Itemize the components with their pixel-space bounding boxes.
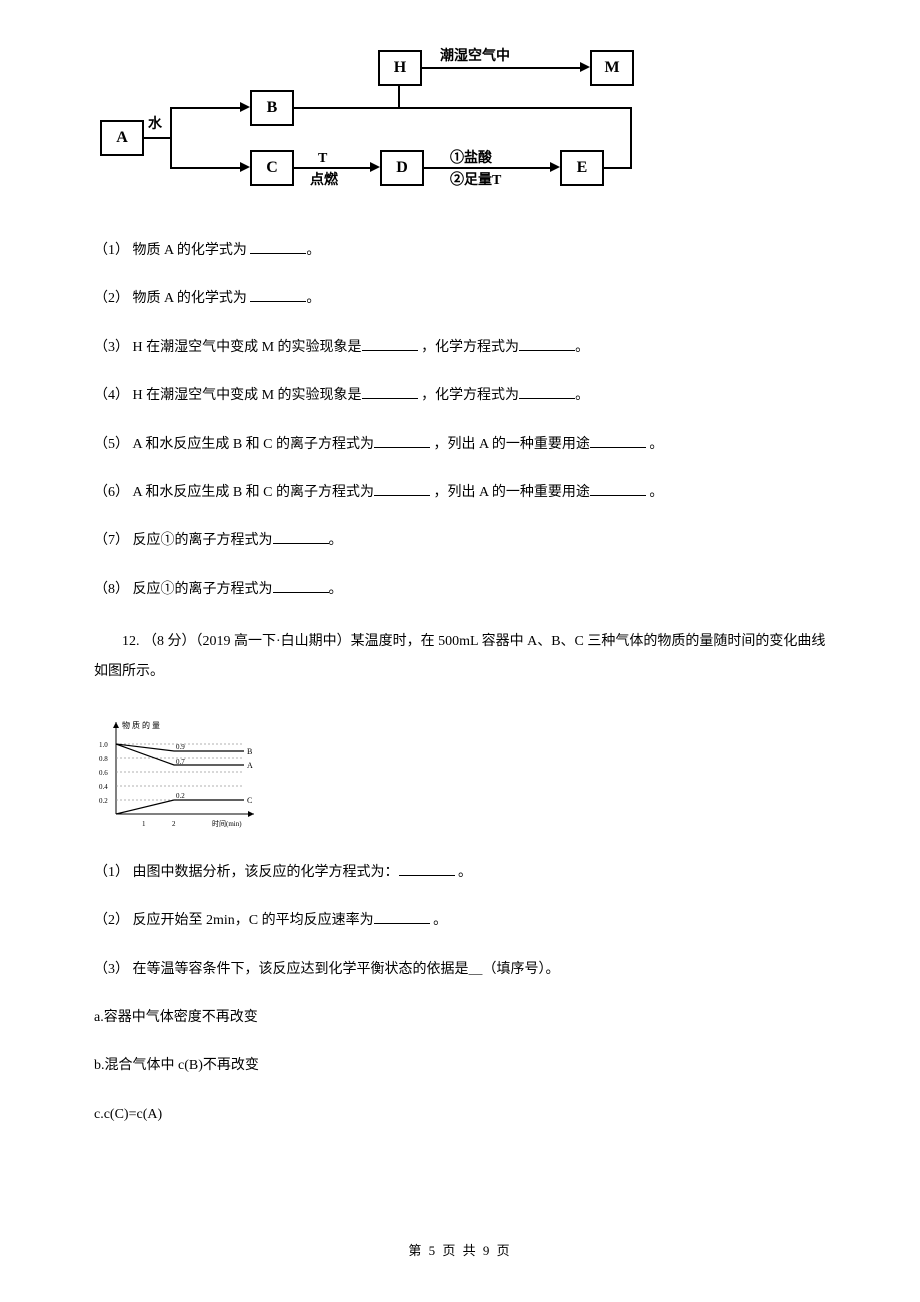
blank[interactable]: [273, 530, 329, 544]
blank[interactable]: [362, 385, 418, 399]
box-m: M: [590, 50, 634, 86]
label-excess-t: ②足量T: [450, 170, 501, 192]
option-b: b.混合气体中 c(B)不再改变: [94, 1055, 826, 1077]
svg-text:0.6: 0.6: [99, 769, 108, 777]
svg-text:B: B: [247, 747, 252, 756]
blank[interactable]: [250, 240, 306, 254]
svg-text:A: A: [247, 761, 253, 770]
svg-text:0.2: 0.2: [99, 797, 108, 805]
box-a: A: [100, 120, 144, 156]
box-c: C: [250, 150, 294, 186]
blank[interactable]: [374, 910, 430, 924]
box-h: H: [378, 50, 422, 86]
question-12-intro: 12. （8 分）（2019 高一下·白山期中）某温度时，在 500mL 容器中…: [94, 627, 826, 686]
svg-text:0.8: 0.8: [99, 755, 108, 763]
flow-diagram: A B C H M D E 水 潮湿空气中 T 点燃 ①盐酸 ②足量T: [100, 50, 660, 210]
svg-text:1.0: 1.0: [99, 741, 108, 749]
question-2: （2） 物质 A 的化学式为 。: [94, 288, 826, 310]
svg-text:0.2: 0.2: [176, 792, 185, 800]
question-5: （5） A 和水反应生成 B 和 C 的离子方程式为 ，列出 A 的一种重要用途…: [94, 434, 826, 456]
label-ignite: 点燃: [310, 170, 338, 192]
blank[interactable]: [399, 862, 455, 876]
question-12-3: （3） 在等温等容条件下，该反应达到化学平衡状态的依据是＿（填序号）。: [94, 959, 826, 981]
blank[interactable]: [590, 482, 646, 496]
question-1: （1） 物质 A 的化学式为 。: [94, 240, 826, 262]
box-d: D: [380, 150, 424, 186]
svg-text:2: 2: [172, 820, 176, 828]
label-hcl: ①盐酸: [450, 148, 492, 170]
svg-text:0.4: 0.4: [99, 783, 108, 791]
svg-text:C: C: [247, 796, 252, 805]
question-7: （7） 反应①的离子方程式为。: [94, 530, 826, 552]
option-a: a.容器中气体密度不再改变: [94, 1007, 826, 1029]
option-c: c.c(C)=c(A): [94, 1104, 826, 1126]
question-12-1: （1） 由图中数据分析，该反应的化学方程式为： 。: [94, 862, 826, 884]
question-8: （8） 反应①的离子方程式为。: [94, 579, 826, 601]
question-4: （4） H 在潮湿空气中变成 M 的实验现象是 ，化学方程式为。: [94, 385, 826, 407]
blank[interactable]: [374, 482, 430, 496]
box-b: B: [250, 90, 294, 126]
question-12-2: （2） 反应开始至 2min，C 的平均反应速率为 。: [94, 910, 826, 932]
blank[interactable]: [374, 434, 430, 448]
blank[interactable]: [250, 288, 306, 302]
svg-text:时间(min): 时间(min): [212, 819, 242, 828]
blank[interactable]: [519, 385, 575, 399]
label-water: 水: [148, 114, 162, 136]
svg-text:0.7: 0.7: [176, 758, 185, 766]
blank[interactable]: [590, 434, 646, 448]
question-3: （3） H 在潮湿空气中变成 M 的实验现象是 ，化学方程式为。: [94, 337, 826, 359]
label-t: T: [318, 148, 327, 170]
label-moist-air: 潮湿空气中: [440, 46, 510, 68]
question-6: （6） A 和水反应生成 B 和 C 的离子方程式为 ，列出 A 的一种重要用途…: [94, 482, 826, 504]
svg-text:1: 1: [142, 820, 146, 828]
blank[interactable]: [273, 579, 329, 593]
blank[interactable]: [362, 337, 418, 351]
box-e: E: [560, 150, 604, 186]
page-footer: 第 5 页 共 9 页: [0, 1241, 920, 1262]
line-chart: 1.0 0.8 0.6 0.4 0.2 1 2 0.9 0.7 0.2 B A …: [94, 714, 264, 834]
svg-text:物 质 的 量: 物 质 的 量: [122, 720, 160, 730]
blank[interactable]: [519, 337, 575, 351]
svg-text:0.9: 0.9: [176, 743, 185, 751]
